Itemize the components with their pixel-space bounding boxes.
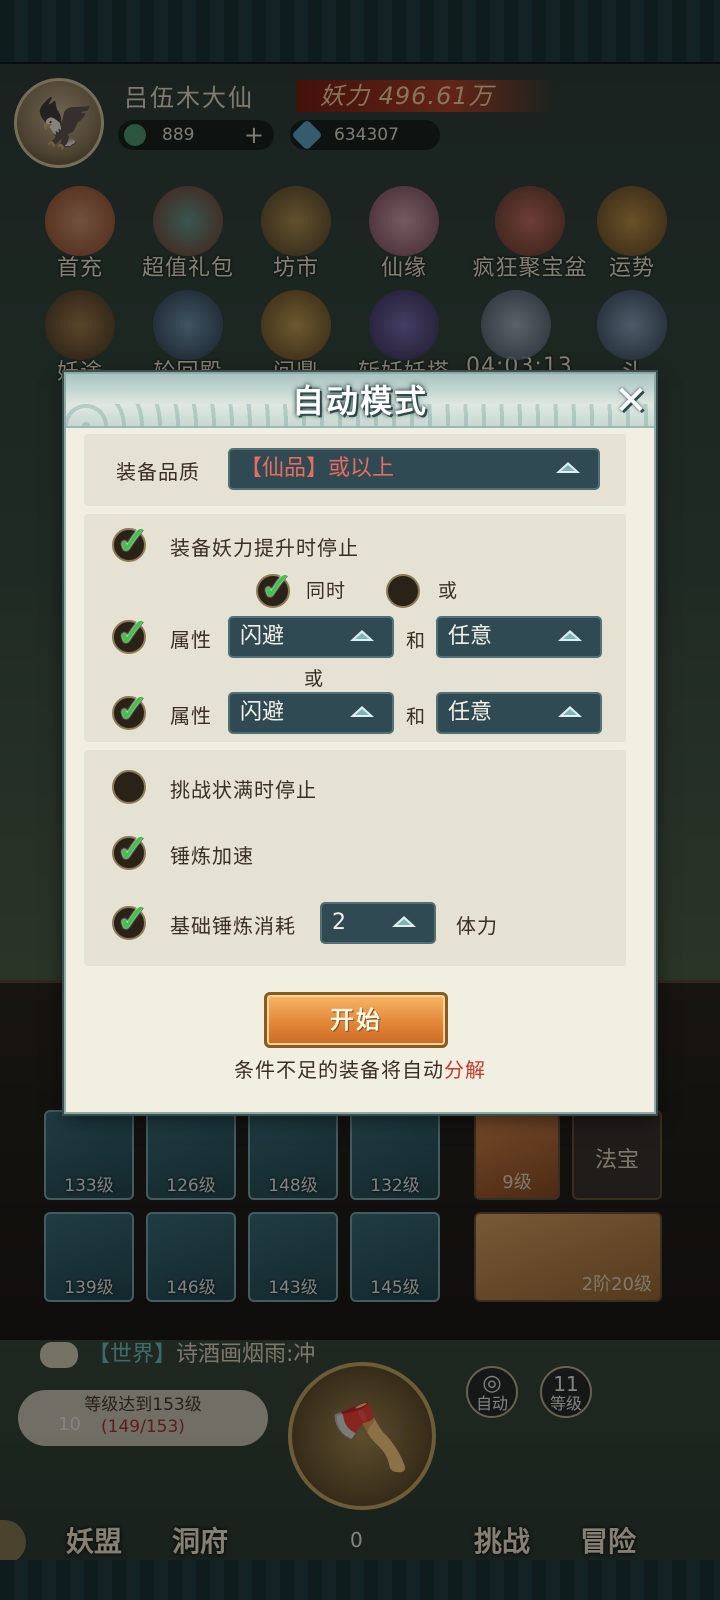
caret-up-icon xyxy=(350,706,374,717)
attr1-and-label: 和 xyxy=(406,630,427,652)
stop-on-full-challenge-checkbox[interactable] xyxy=(112,770,146,804)
attr2-checkbox[interactable] xyxy=(112,686,150,732)
caret-up-icon xyxy=(392,916,416,927)
forge-speedup-checkbox[interactable] xyxy=(112,826,150,872)
or-radio[interactable] xyxy=(386,574,420,608)
quality-section: 装备品质 【仙品】或以上 xyxy=(84,434,626,506)
quality-dropdown[interactable]: 【仙品】或以上 xyxy=(228,448,600,490)
base-cost-value: 2 xyxy=(332,910,346,935)
or-label: 或 xyxy=(438,580,459,602)
dialog-title: 自动模式 xyxy=(291,382,428,420)
decompose-highlight: 分解 xyxy=(444,1058,486,1082)
dialog-header: 自动模式 ✕ xyxy=(66,374,654,428)
attr1-label: 属性 xyxy=(170,628,212,652)
stamina-label: 体力 xyxy=(456,914,498,938)
caret-up-icon xyxy=(556,462,580,473)
attr1-dropdown[interactable]: 闪避 xyxy=(228,616,394,658)
options-section: 挑战状满时停止 锤炼加速 基础锤炼消耗 2 体力 xyxy=(84,750,626,966)
close-icon[interactable]: ✕ xyxy=(610,380,652,422)
simultaneous-label: 同时 xyxy=(306,580,347,602)
attribute-section: 装备妖力提升时停止 同时 或 属性 闪避 和 任意 或 属性 闪避 和 任意 xyxy=(84,514,626,742)
attr2-value: 闪避 xyxy=(240,700,285,725)
base-cost-label: 基础锤炼消耗 xyxy=(170,914,296,938)
attr2-label: 属性 xyxy=(170,704,212,728)
auto-mode-dialog: 自动模式 ✕ 装备品质 【仙品】或以上 装备妖力提升时停止 同时 或 属性 闪避… xyxy=(64,372,656,1114)
simultaneous-radio[interactable] xyxy=(256,564,294,610)
caret-up-icon xyxy=(558,630,582,641)
base-cost-checkbox[interactable] xyxy=(112,896,150,942)
attr2-dropdown[interactable]: 闪避 xyxy=(228,692,394,734)
attr1-second-value: 任意 xyxy=(448,624,493,649)
forge-speedup-label: 锤炼加速 xyxy=(170,844,254,868)
base-cost-dropdown[interactable]: 2 xyxy=(320,902,436,944)
caret-up-icon xyxy=(350,630,374,641)
attr-or-label: 或 xyxy=(304,668,325,690)
stop-on-power-up-label: 装备妖力提升时停止 xyxy=(170,536,359,560)
attr1-value: 闪避 xyxy=(240,624,285,649)
attr1-second-dropdown[interactable]: 任意 xyxy=(436,616,602,658)
attr2-and-label: 和 xyxy=(406,706,427,728)
quality-label: 装备品质 xyxy=(116,460,200,484)
attr1-checkbox[interactable] xyxy=(112,610,150,656)
stop-on-full-challenge-label: 挑战状满时停止 xyxy=(170,778,317,802)
decompose-note: 条件不足的装备将自动分解 xyxy=(234,1058,486,1082)
quality-value: 【仙品】或以上 xyxy=(240,456,395,481)
caret-up-icon xyxy=(558,706,582,717)
attr2-second-dropdown[interactable]: 任意 xyxy=(436,692,602,734)
stop-on-power-up-checkbox[interactable] xyxy=(112,518,150,564)
attr2-second-value: 任意 xyxy=(448,700,493,725)
start-button[interactable]: 开始 xyxy=(264,992,448,1048)
